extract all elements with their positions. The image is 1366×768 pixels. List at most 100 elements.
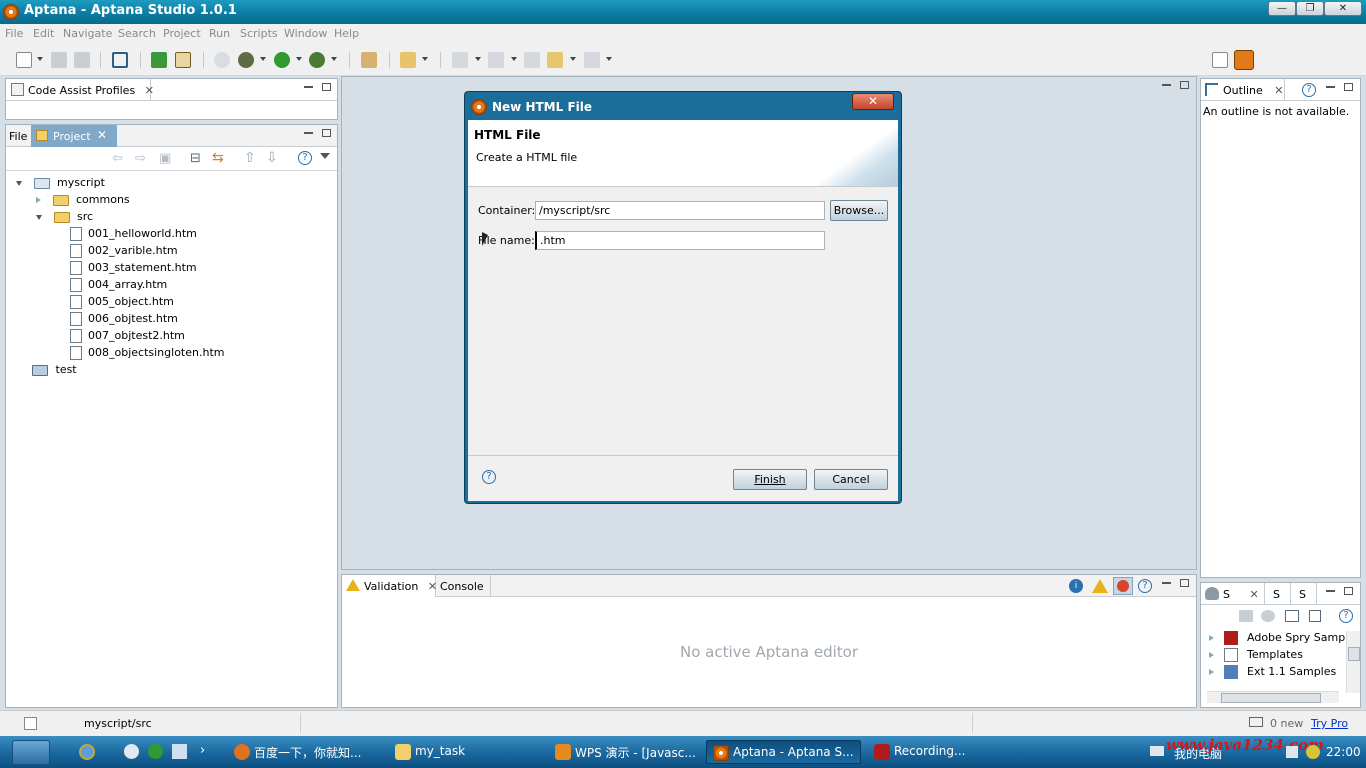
help-tray-icon[interactable] bbox=[1306, 745, 1320, 759]
minimize-view-icon[interactable] bbox=[1326, 86, 1335, 88]
view-menu-icon[interactable] bbox=[320, 153, 330, 159]
tab-console[interactable]: Console bbox=[436, 575, 491, 597]
collapse-all-icon[interactable]: ⊟ bbox=[190, 151, 201, 166]
move-up-icon[interactable]: ⇧ bbox=[244, 150, 256, 166]
scroll-thumb[interactable] bbox=[1348, 647, 1360, 661]
maximize-view-icon[interactable] bbox=[322, 129, 331, 137]
close-icon[interactable]: ✕ bbox=[97, 128, 107, 142]
open-perspective-icon[interactable] bbox=[1212, 52, 1228, 68]
save-icon[interactable] bbox=[51, 52, 67, 68]
menu-run[interactable]: Run bbox=[209, 27, 230, 40]
minimize-view-icon[interactable] bbox=[304, 132, 313, 134]
tree-item-file[interactable]: 007_objtest2.htm bbox=[70, 329, 185, 346]
forward-icon[interactable]: ⇨ bbox=[135, 151, 146, 166]
start-button[interactable] bbox=[12, 740, 50, 765]
last-edit-icon[interactable] bbox=[524, 52, 540, 68]
tab-samples[interactable]: S ✕ bbox=[1201, 583, 1265, 605]
chevron-down-icon[interactable] bbox=[296, 57, 302, 61]
scroll-thumb[interactable] bbox=[1221, 693, 1321, 703]
help-icon[interactable]: ? bbox=[1339, 609, 1353, 623]
tab-s2[interactable]: S bbox=[1265, 583, 1291, 605]
chevron-down-icon[interactable] bbox=[422, 57, 428, 61]
maximize-view-icon[interactable] bbox=[322, 83, 331, 91]
move-down-icon[interactable]: ⇩ bbox=[266, 150, 278, 166]
menu-scripts[interactable]: Scripts bbox=[240, 27, 278, 40]
tree-item-myscript[interactable]: myscript bbox=[16, 176, 105, 193]
up-folder-icon[interactable]: ▣ bbox=[159, 151, 171, 166]
keyboard-icon[interactable] bbox=[1150, 746, 1164, 756]
back-arrow-icon[interactable] bbox=[547, 52, 563, 68]
close-icon[interactable]: ✕ bbox=[145, 84, 154, 97]
tree-item-file[interactable]: 008_objectsingloten.htm bbox=[70, 346, 224, 363]
quick-launch-browser-icon[interactable] bbox=[124, 744, 139, 759]
new-wizard-icon[interactable] bbox=[24, 717, 37, 730]
chevron-down-icon[interactable] bbox=[37, 57, 43, 61]
search-icon[interactable] bbox=[214, 52, 230, 68]
tab-project[interactable]: Project ✕ bbox=[31, 125, 117, 147]
finish-button[interactable]: Finish bbox=[733, 469, 807, 490]
menu-help[interactable]: Help bbox=[334, 27, 359, 40]
volume-icon[interactable] bbox=[1286, 746, 1298, 758]
tree-item-file[interactable]: 005_object.htm bbox=[70, 295, 174, 312]
previous-annotation-icon[interactable] bbox=[488, 52, 504, 68]
import-sample-icon[interactable] bbox=[1239, 610, 1253, 622]
plugin-icon[interactable] bbox=[151, 52, 167, 68]
forward-arrow-icon[interactable] bbox=[584, 52, 600, 68]
minimize-view-icon[interactable] bbox=[304, 86, 313, 88]
help-icon[interactable]: ? bbox=[1138, 579, 1152, 593]
next-annotation-icon[interactable] bbox=[452, 52, 468, 68]
tree-item-test[interactable]: test bbox=[32, 363, 77, 380]
menu-window[interactable]: Window bbox=[284, 27, 327, 40]
tree-item-file[interactable]: 002_varible.htm bbox=[70, 244, 178, 261]
chevron-down-icon[interactable] bbox=[570, 57, 576, 61]
mail-icon[interactable] bbox=[1249, 717, 1263, 727]
run-icon[interactable] bbox=[274, 52, 290, 68]
task-baidu[interactable]: 百度一下，你就知... bbox=[228, 740, 378, 764]
debug-icon[interactable] bbox=[238, 52, 254, 68]
minimize-view-icon[interactable] bbox=[1162, 582, 1171, 584]
maximize-view-icon[interactable] bbox=[1344, 587, 1353, 595]
chevron-down-icon[interactable] bbox=[260, 57, 266, 61]
link-editor-icon[interactable]: ⇆ bbox=[212, 150, 224, 166]
tab-s3[interactable]: S bbox=[1291, 583, 1317, 605]
tab-validation[interactable]: Validation ✕ bbox=[342, 575, 437, 597]
filename-field[interactable]: .htm bbox=[535, 231, 825, 250]
tab-outline[interactable]: Outline ✕ bbox=[1201, 79, 1285, 101]
chevron-down-icon[interactable] bbox=[606, 57, 612, 61]
minimize-view-icon[interactable] bbox=[1326, 590, 1335, 592]
quick-launch-ie-icon[interactable] bbox=[79, 744, 95, 760]
back-icon[interactable]: ⇦ bbox=[112, 151, 123, 166]
menu-navigate[interactable]: Navigate bbox=[63, 27, 112, 40]
task-my-task[interactable]: my_task bbox=[389, 740, 539, 764]
try-pro-link[interactable]: Try Pro bbox=[1311, 717, 1348, 730]
collapse-all-icon[interactable] bbox=[1309, 610, 1321, 622]
tree-item-file[interactable]: 004_array.htm bbox=[70, 278, 167, 295]
external-tools-icon[interactable] bbox=[309, 52, 325, 68]
quick-launch-add-icon[interactable] bbox=[148, 744, 163, 759]
chevron-down-icon[interactable] bbox=[511, 57, 517, 61]
restore-button[interactable]: ❐ bbox=[1296, 1, 1324, 16]
maximize-view-icon[interactable] bbox=[1180, 579, 1189, 587]
minimize-button[interactable]: — bbox=[1268, 1, 1296, 16]
maximize-view-icon[interactable] bbox=[1180, 81, 1189, 89]
sample-item[interactable]: Templates bbox=[1209, 648, 1303, 665]
quick-launch-more-icon[interactable]: › bbox=[200, 743, 205, 758]
aptana-perspective-icon[interactable] bbox=[1234, 50, 1254, 70]
task-aptana[interactable]: Aptana - Aptana S... bbox=[706, 740, 861, 764]
task-recording[interactable]: Recording... bbox=[868, 740, 1018, 764]
tree-item-commons[interactable]: commons bbox=[36, 193, 130, 210]
minimize-view-icon[interactable] bbox=[1162, 84, 1171, 86]
menu-edit[interactable]: Edit bbox=[33, 27, 54, 40]
quick-launch-desktop-icon[interactable] bbox=[172, 744, 187, 759]
help-icon[interactable]: ? bbox=[298, 151, 312, 165]
menu-search[interactable]: Search bbox=[118, 27, 156, 40]
new-file-icon[interactable] bbox=[16, 52, 32, 68]
menu-project[interactable]: Project bbox=[163, 27, 201, 40]
view-sample-icon[interactable] bbox=[1285, 610, 1299, 622]
info-filter-icon[interactable]: i bbox=[1069, 579, 1083, 593]
tree-item-src[interactable]: src bbox=[36, 210, 93, 227]
rocket-icon[interactable] bbox=[361, 52, 377, 68]
horizontal-scrollbar[interactable] bbox=[1207, 691, 1339, 703]
task-wps[interactable]: WPS 演示 - [Javasc... bbox=[549, 740, 699, 764]
browse-button[interactable]: Browse... bbox=[830, 200, 888, 221]
